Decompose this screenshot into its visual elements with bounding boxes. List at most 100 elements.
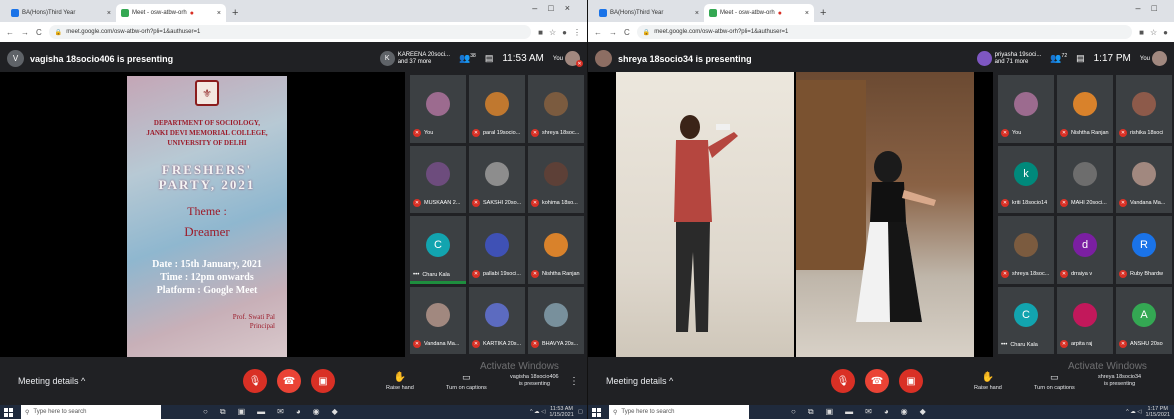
app-icon[interactable]: ◆: [332, 407, 338, 417]
participant-tile[interactable]: ✕ BHAVYA 20s...: [528, 286, 584, 354]
tab-classroom[interactable]: BA(Hons)Third Year ×: [594, 4, 704, 22]
window-controls[interactable]: –□×: [532, 3, 581, 13]
reload-icon[interactable]: C: [36, 28, 42, 37]
edge-icon[interactable]: ◕: [884, 407, 889, 417]
self-view[interactable]: You ✕: [553, 51, 583, 67]
participant-tile[interactable]: ✕ shreya 18soc...: [528, 75, 584, 143]
forward-icon[interactable]: →: [21, 28, 29, 37]
task-view-icon[interactable]: ⧉: [220, 407, 226, 417]
avatar: [1152, 51, 1167, 66]
raise-hand-button[interactable]: ✋ Raise hand: [386, 372, 414, 391]
participant-tile[interactable]: ✕ kohima 18so...: [528, 145, 584, 213]
captions-button[interactable]: ▭ Turn on captions: [1034, 372, 1075, 391]
profile-icon[interactable]: ●: [562, 28, 567, 37]
mic-toggle-button[interactable]: 🎙: [243, 369, 267, 393]
app-icon[interactable]: ◆: [920, 407, 926, 417]
self-view[interactable]: You: [1140, 51, 1167, 66]
new-tab-button[interactable]: +: [814, 7, 832, 22]
close-tab-icon[interactable]: ×: [107, 10, 111, 17]
participant-tile[interactable]: d ✕ drraiya v: [1057, 216, 1113, 284]
participant-tile[interactable]: ✕ Nishtha Ranjan: [528, 216, 584, 284]
cortana-icon[interactable]: ○: [203, 407, 208, 417]
participant-tile[interactable]: ✕ rishika 18soci: [1116, 75, 1172, 143]
close-tab-icon[interactable]: ×: [217, 10, 221, 17]
meeting-details-button[interactable]: Meeting details ^: [606, 376, 673, 386]
tab-meet[interactable]: Meet - osw-atbw-orh ● ×: [704, 4, 814, 22]
mail-icon[interactable]: ✉: [277, 407, 284, 417]
participant-tile[interactable]: ✕ arpita raj: [1057, 286, 1113, 354]
chat-icon[interactable]: ▤: [1076, 53, 1085, 64]
url-field[interactable]: 🔒 meet.google.com/osw-atbw-orh?pli=1&auth…: [48, 25, 532, 39]
raise-hand-button[interactable]: ✋ Raise hand: [974, 372, 1002, 391]
captions-icon: ▭: [462, 371, 471, 382]
participants-preview[interactable]: K KAREENA 20soci... and 37 more: [379, 51, 450, 66]
close-tab-icon[interactable]: ×: [695, 10, 699, 17]
mail-icon[interactable]: ✉: [865, 407, 872, 417]
more-options-icon[interactable]: ⋮: [569, 376, 579, 387]
participant-tile[interactable]: ✕ SAKSHI 20so...: [469, 145, 525, 213]
camera-toggle-button[interactable]: ▣: [311, 369, 335, 393]
forward-icon[interactable]: →: [609, 28, 617, 37]
leave-call-button[interactable]: ☎: [277, 369, 301, 393]
participant-tile[interactable]: R ✕ Ruby Bhardw: [1116, 216, 1172, 284]
mic-toggle-button[interactable]: 🎙: [831, 369, 855, 393]
star-icon[interactable]: ☆: [549, 28, 556, 37]
participant-tile[interactable]: C ••• Charu Kala: [410, 216, 466, 284]
participant-tile[interactable]: ✕ MAHI 20soci...: [1057, 145, 1113, 213]
file-explorer-icon[interactable]: ▬: [257, 407, 265, 417]
participant-tile[interactable]: k ✕ kriti 18socio14: [998, 145, 1054, 213]
participant-tile[interactable]: ✕ Vandana Ma...: [1116, 145, 1172, 213]
camera-toggle-button[interactable]: ▣: [899, 369, 923, 393]
profile-icon[interactable]: ●: [1163, 28, 1168, 37]
participant-tile[interactable]: ✕ paral 19socio...: [469, 75, 525, 143]
chrome-icon[interactable]: ◉: [313, 407, 320, 417]
back-icon[interactable]: ←: [594, 28, 602, 37]
windows-start-icon[interactable]: [592, 407, 601, 417]
camera-indicator-icon[interactable]: ■: [538, 28, 543, 37]
star-icon[interactable]: ☆: [1150, 28, 1157, 37]
edge-icon[interactable]: ◕: [296, 407, 301, 417]
participant-tile[interactable]: ✕ KARTIKA 20s...: [469, 286, 525, 354]
url-field[interactable]: 🔒 meet.google.com/osw-atbw-orh?pli=1&auth…: [636, 25, 1133, 39]
participant-tile[interactable]: ✕ MUSKAAN 2...: [410, 145, 466, 213]
file-explorer-icon[interactable]: ▬: [845, 407, 853, 417]
close-tab-icon[interactable]: ×: [805, 10, 809, 17]
menu-icon[interactable]: ⋮: [573, 28, 581, 37]
avatar: [426, 303, 450, 328]
tab-meet[interactable]: Meet - osw-atbw-orh ● ×: [116, 4, 226, 22]
cortana-icon[interactable]: ○: [791, 407, 796, 417]
taskbar-search-input[interactable]: ⚲ Type here to search: [21, 405, 161, 419]
chrome-icon[interactable]: ◉: [901, 407, 908, 417]
participant-tile[interactable]: ✕ pallabi 19soci...: [469, 216, 525, 284]
meet-top-bar: shreya 18socio34 is presenting priyasha …: [588, 45, 1174, 72]
people-icon[interactable]: 👥38: [459, 53, 476, 64]
leave-call-button[interactable]: ☎: [865, 369, 889, 393]
reload-icon[interactable]: C: [624, 28, 630, 37]
participants-preview[interactable]: priyasha 19soci... and 71 more: [976, 51, 1041, 66]
captions-button[interactable]: ▭ Turn on captions: [446, 372, 487, 391]
participant-tile[interactable]: C ••• Charu Kala: [998, 286, 1054, 354]
windows-start-icon[interactable]: [4, 407, 13, 417]
people-icon[interactable]: 👥72: [1050, 53, 1067, 64]
system-tray[interactable]: ^ ☁ ◁ 1:17 PM 1/15/2021: [1126, 406, 1170, 418]
presenting-indicator[interactable]: shreya 18socio34 is presenting: [1098, 374, 1141, 388]
camera-indicator-icon[interactable]: ■: [1139, 28, 1144, 37]
store-icon[interactable]: ▣: [826, 407, 834, 417]
new-tab-button[interactable]: +: [226, 7, 244, 22]
system-tray[interactable]: ^ ☁ ◁ 11:53 AM 1/15/2021 ▢: [530, 406, 583, 418]
task-view-icon[interactable]: ⧉: [808, 407, 814, 417]
participant-tile[interactable]: ✕ You: [998, 75, 1054, 143]
chat-icon[interactable]: ▤: [485, 53, 494, 64]
taskbar-search-input[interactable]: ⚲ Type here to search: [609, 405, 749, 419]
window-controls[interactable]: –□: [1136, 3, 1168, 13]
tab-classroom[interactable]: BA(Hons)Third Year ×: [6, 4, 116, 22]
participant-tile[interactable]: ✕ You: [410, 75, 466, 143]
store-icon[interactable]: ▣: [238, 407, 246, 417]
presenting-indicator[interactable]: vagisha 18socio406 is presenting: [510, 374, 559, 388]
participant-tile[interactable]: ✕ Vandana Ma...: [410, 286, 466, 354]
participant-tile[interactable]: ✕ Nishtha Ranjan: [1057, 75, 1113, 143]
meeting-details-button[interactable]: Meeting details ^: [18, 376, 85, 386]
participant-tile[interactable]: A ✕ ANSHU 20so: [1116, 286, 1172, 354]
participant-tile[interactable]: ✕ shreya 18soc...: [998, 216, 1054, 284]
back-icon[interactable]: ←: [6, 28, 14, 37]
